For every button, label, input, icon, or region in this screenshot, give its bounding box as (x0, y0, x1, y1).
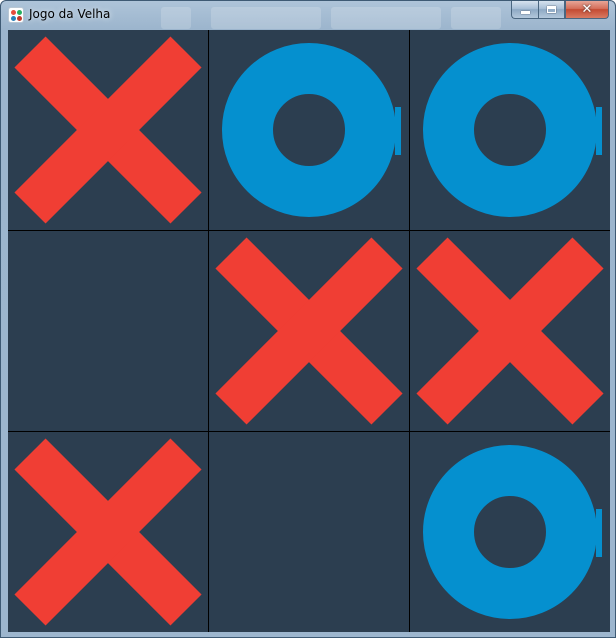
x-mark-icon (416, 237, 604, 425)
o-ring (423, 445, 597, 619)
window-controls: ✕ (511, 1, 609, 21)
x-mark-icon (14, 438, 202, 626)
o-ring-edge (395, 107, 401, 155)
o-mark-icon (222, 43, 401, 217)
o-ring (222, 43, 396, 217)
board-cell-r3-c2[interactable] (209, 432, 409, 632)
game-window: Jogo da Velha ✕ XOOXXXO (0, 0, 616, 638)
o-ring-edge (596, 509, 602, 557)
board-cell-r1-c1[interactable]: X (8, 30, 208, 230)
x-mark-icon (14, 36, 202, 224)
maximize-icon (547, 6, 556, 13)
o-ring-edge (596, 107, 602, 155)
tic-tac-toe-icon (8, 7, 24, 23)
o-ring (423, 43, 597, 217)
o-mark-icon (423, 445, 602, 619)
close-button[interactable]: ✕ (565, 1, 609, 19)
board-cell-r2-c2[interactable]: X (209, 231, 409, 431)
game-board: XOOXXXO (8, 30, 610, 632)
x-mark-icon (215, 237, 403, 425)
game-board-area: XOOXXXO (8, 30, 610, 632)
board-cell-r3-c1[interactable]: X (8, 432, 208, 632)
title-bar[interactable]: Jogo da Velha ✕ (1, 1, 615, 29)
close-icon: ✕ (581, 2, 593, 17)
board-cell-r2-c3[interactable]: X (410, 231, 610, 431)
board-cell-r3-c3[interactable]: O (410, 432, 610, 632)
window-title: Jogo da Velha (29, 7, 111, 21)
maximize-button[interactable] (538, 1, 565, 19)
minimize-button[interactable] (511, 1, 538, 19)
board-cell-r2-c1[interactable] (8, 231, 208, 431)
board-cell-r1-c3[interactable]: O (410, 30, 610, 230)
board-cell-r1-c2[interactable]: O (209, 30, 409, 230)
minimize-icon (520, 11, 530, 14)
o-mark-icon (423, 43, 602, 217)
